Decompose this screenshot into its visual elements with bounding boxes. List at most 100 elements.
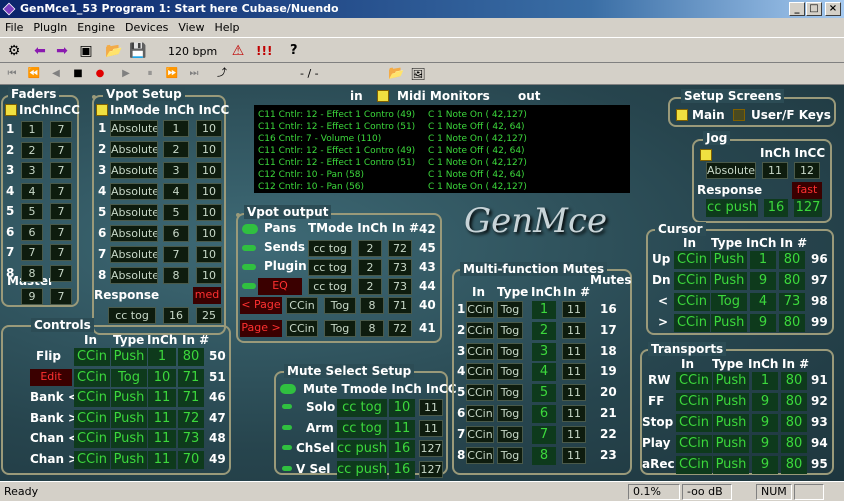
jog-led[interactable]: [700, 149, 712, 161]
vpot-mode[interactable]: Absolute: [110, 183, 158, 200]
cursor-innum[interactable]: 80: [779, 251, 805, 269]
minimize-button[interactable]: _: [789, 2, 805, 16]
jog-response-badge[interactable]: fast: [792, 182, 822, 199]
cursor-in[interactable]: CCin: [674, 293, 710, 311]
mm-innum[interactable]: 11: [562, 301, 586, 318]
loop-icon[interactable]: ⤴: [214, 66, 230, 82]
vpot-output-innum[interactable]: 72: [388, 240, 412, 257]
vpot-output-mode[interactable]: cc tog: [308, 240, 352, 257]
vpot-incc[interactable]: 10: [196, 225, 222, 242]
vpot-incc[interactable]: 10: [196, 246, 222, 263]
mm-inch[interactable]: 4: [532, 363, 556, 382]
fader-incc[interactable]: 7: [50, 244, 72, 261]
fader-inch[interactable]: 4: [21, 182, 43, 200]
jog-response-incc[interactable]: 127: [794, 199, 822, 217]
mm-in[interactable]: CCin: [466, 321, 494, 339]
alert-button[interactable]: !!!: [256, 44, 272, 58]
vpot-response-mode[interactable]: cc tog: [108, 307, 156, 324]
control-innum[interactable]: 80: [178, 348, 204, 366]
mm-in[interactable]: CCin: [466, 405, 494, 422]
mute-row-inch[interactable]: 16: [389, 440, 415, 458]
page-inch[interactable]: 8: [360, 320, 384, 337]
menu-engine[interactable]: Engine: [72, 18, 120, 37]
cursor-in[interactable]: CCin: [674, 272, 710, 290]
fader-inch[interactable]: 2: [21, 141, 43, 159]
mm-innum[interactable]: 11: [562, 405, 586, 422]
rewind-icon[interactable]: ⏪: [26, 66, 42, 82]
back-arrow-icon[interactable]: ⬅: [30, 41, 50, 61]
jog-response-mode[interactable]: cc push: [706, 199, 758, 217]
mm-in[interactable]: CCin: [466, 384, 494, 402]
forward-end-icon[interactable]: ⏭: [186, 66, 202, 82]
mm-in[interactable]: CCin: [466, 363, 494, 381]
mm-inch[interactable]: 5: [532, 384, 556, 403]
vpot-inch[interactable]: 6: [163, 225, 189, 242]
mute-row-mode[interactable]: cc tog: [337, 419, 387, 438]
mm-innum[interactable]: 11: [562, 384, 586, 402]
vpot-output-label[interactable]: EQ: [258, 278, 302, 295]
forward-arrow-icon[interactable]: ➡: [52, 41, 72, 61]
mm-type[interactable]: Tog: [497, 363, 523, 381]
userf-screen-led[interactable]: [733, 109, 745, 121]
mute-row-incc[interactable]: 11: [419, 399, 443, 416]
vpot-inch[interactable]: 1: [163, 120, 189, 137]
mute-row-mode[interactable]: cc tog: [337, 399, 387, 417]
fader-incc[interactable]: 7: [50, 141, 72, 159]
mm-type[interactable]: Tog: [497, 301, 523, 318]
vpot-response-badge[interactable]: med: [193, 287, 221, 304]
page-button[interactable]: Page >: [240, 320, 282, 337]
cursor-inch[interactable]: 1: [750, 251, 776, 269]
mute-row-mode[interactable]: cc push: [337, 440, 387, 458]
vpot-output-led[interactable]: [242, 245, 256, 251]
mute-row-led[interactable]: [282, 404, 292, 409]
transport-innum[interactable]: 80: [781, 435, 807, 453]
vpot-output-led[interactable]: [242, 264, 256, 270]
fader-inch[interactable]: 6: [21, 223, 43, 241]
fader-inch[interactable]: 3: [21, 162, 43, 179]
mm-innum[interactable]: 11: [562, 425, 586, 443]
mm-in[interactable]: CCin: [466, 342, 494, 360]
transport-innum[interactable]: 80: [781, 393, 807, 411]
cursor-inch[interactable]: 4: [750, 293, 776, 311]
page-inch[interactable]: 8: [360, 297, 384, 314]
mm-innum[interactable]: 11: [562, 363, 586, 381]
transport-innum[interactable]: 80: [781, 414, 807, 432]
close-button[interactable]: ×: [825, 2, 841, 16]
metronome-icon[interactable]: ⚠: [228, 41, 248, 61]
cursor-type[interactable]: Push: [711, 272, 747, 290]
vpot-mode[interactable]: Absolute: [110, 246, 158, 263]
mm-inch[interactable]: 7: [532, 425, 556, 444]
mm-innum[interactable]: 11: [562, 342, 586, 360]
mm-in[interactable]: CCin: [466, 425, 494, 443]
fader-incc[interactable]: 7: [50, 203, 72, 220]
transport-in[interactable]: CCin: [676, 393, 712, 411]
maximize-button[interactable]: □: [806, 2, 822, 16]
mute-led[interactable]: [280, 384, 296, 394]
transport-type[interactable]: Push: [713, 456, 749, 474]
vpot-inch[interactable]: 3: [163, 162, 189, 179]
pause-icon[interactable]: ⏸: [142, 66, 158, 82]
vpot-output-mode[interactable]: cc tog: [308, 259, 352, 276]
mute-row-led[interactable]: [282, 465, 292, 471]
vpot-output-led[interactable]: [242, 283, 256, 289]
transport-type[interactable]: Push: [713, 372, 749, 390]
mm-inch[interactable]: 3: [532, 342, 556, 361]
vpot-incc[interactable]: 10: [196, 141, 222, 158]
transport-inch[interactable]: 9: [752, 414, 778, 432]
menu-devices[interactable]: Devices: [120, 18, 173, 37]
vpot-incc[interactable]: 10: [196, 267, 222, 284]
record-icon[interactable]: ●: [92, 66, 108, 82]
transport-type[interactable]: Push: [713, 435, 749, 453]
main-screen-label[interactable]: Main: [692, 108, 725, 123]
control-inch[interactable]: 1: [148, 348, 176, 366]
vpot-output-innum[interactable]: 73: [388, 278, 412, 295]
menu-help[interactable]: Help: [209, 18, 244, 37]
control-type[interactable]: Push: [111, 409, 147, 428]
menu-view[interactable]: View: [173, 18, 209, 37]
transport-type[interactable]: Push: [713, 414, 749, 432]
mute-row-inch[interactable]: 10: [389, 399, 415, 417]
control-inch[interactable]: 11: [148, 430, 176, 448]
save-icon[interactable]: 💾: [128, 41, 148, 61]
mute-row-incc[interactable]: 11: [419, 419, 443, 437]
mm-type[interactable]: Tog: [497, 321, 523, 339]
